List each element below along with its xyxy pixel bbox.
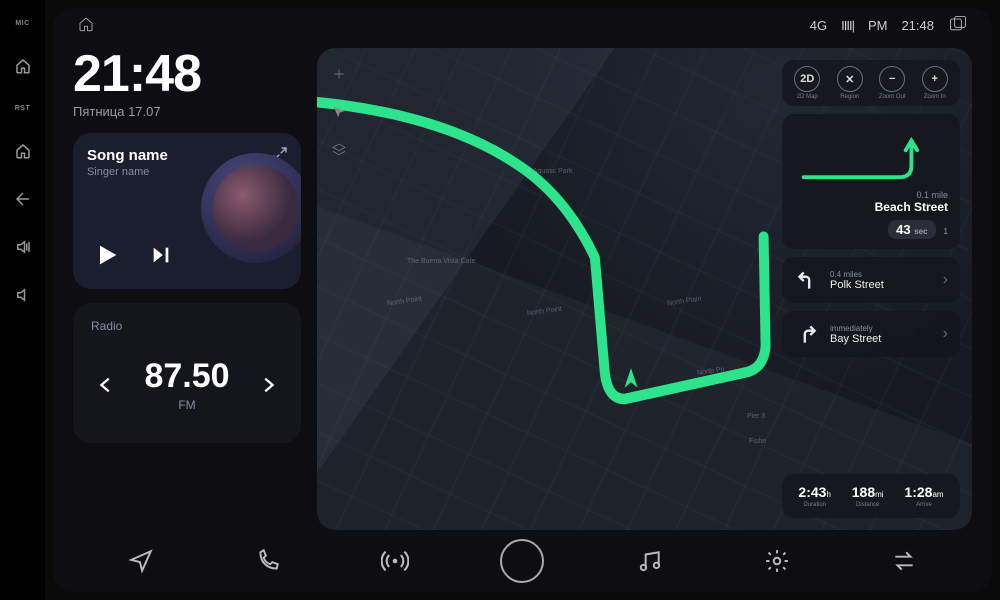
map-tool-zoom-out[interactable]: − Zoom Out [875, 66, 909, 100]
dock-broadcast-icon[interactable] [365, 539, 425, 583]
turn-path-icon [794, 128, 948, 184]
turn-step-2[interactable]: immediately Bay Street › [782, 311, 960, 357]
map-tools: 2D 2D Map ✕ Region − Zoom Out + Zoom In [782, 60, 960, 106]
hw-back-icon[interactable] [14, 190, 32, 208]
status-home-icon[interactable] [77, 15, 95, 36]
hw-vol-up-icon[interactable] [14, 238, 32, 256]
screen: 4G IIII| PM 21:48 21:48 Пятница 17.07 [53, 8, 992, 592]
clock-widget: 21:48 Пятница 17.07 [73, 48, 301, 119]
map-tool-region[interactable]: ✕ Region [833, 66, 867, 100]
radio-frequency: 87.50 FM [144, 357, 229, 412]
content: 21:48 Пятница 17.07 Song name Singer nam… [53, 42, 992, 530]
map-poi-label: Fishe [749, 438, 766, 445]
album-art [201, 153, 301, 263]
location-cursor-icon [618, 366, 642, 390]
map-cursor-icon[interactable] [327, 100, 351, 124]
chevron-right-icon: › [943, 271, 948, 289]
dock-settings-icon[interactable] [747, 539, 807, 583]
hw-vol-down-icon[interactable] [14, 286, 32, 304]
turn-distance: 0.1 mile [794, 190, 948, 200]
clock-value: 21:48 [901, 18, 934, 33]
signal-icon: IIII| [841, 18, 854, 33]
music-card[interactable]: Song name Singer name [73, 133, 301, 289]
map-tool-2d[interactable]: 2D 2D Map [790, 66, 824, 100]
chevron-right-icon: › [943, 325, 948, 343]
recents-icon[interactable] [948, 14, 968, 37]
stat-distance: 188mi Distance [852, 484, 884, 508]
turn-left-icon [794, 267, 820, 293]
radio-card[interactable]: Radio 87.50 FM [73, 303, 301, 443]
map-poi-label: Pier 3 [747, 413, 765, 420]
next-button[interactable] [141, 235, 181, 275]
map-side-tools [327, 62, 351, 162]
turn-street: Beach Street [794, 200, 948, 214]
radio-prev-button[interactable] [91, 370, 121, 400]
map-poi-label: A Aquatic Park [527, 168, 573, 175]
dock-phone-icon[interactable] [238, 539, 298, 583]
trip-stats: 2:43h Duration 188mi Distance 1:28am Arr… [782, 474, 960, 518]
network-label: 4G [810, 18, 827, 33]
hw-home-icon[interactable] [14, 57, 32, 75]
nav-panel: 2D 2D Map ✕ Region − Zoom Out + Zoom In [782, 60, 960, 518]
turn-card-primary: 0.1 mile Beach Street 43 sec 1 [782, 114, 960, 249]
radio-label: Radio [91, 319, 283, 333]
clock-date: Пятница 17.07 [73, 104, 301, 119]
turn-step-1[interactable]: 0.4 miles Polk Street › [782, 257, 960, 303]
clock-prefix: PM [868, 18, 888, 33]
mic-label: MIC [15, 20, 29, 27]
dock-swap-icon[interactable] [874, 539, 934, 583]
dock-music-icon[interactable] [620, 539, 680, 583]
dock [53, 530, 992, 592]
clock-time: 21:48 [73, 48, 301, 100]
stat-duration: 2:43h Duration [798, 484, 830, 508]
map-add-icon[interactable] [327, 62, 351, 86]
hw-home2-icon[interactable] [14, 142, 32, 160]
rst-label: RST [15, 105, 31, 112]
turn-right-icon [794, 321, 820, 347]
map-area[interactable]: A Aquatic Park The Buena Vista Cafe Nort… [317, 48, 972, 530]
radio-next-button[interactable] [253, 370, 283, 400]
dock-navigate-icon[interactable] [111, 539, 171, 583]
map-poi-label: The Buena Vista Cafe [407, 258, 475, 265]
status-bar: 4G IIII| PM 21:48 [53, 8, 992, 42]
dock-home-button[interactable] [492, 539, 552, 583]
map-layers-icon[interactable] [327, 138, 351, 162]
play-button[interactable] [87, 235, 127, 275]
stat-arrive: 1:28am Arrive [904, 484, 943, 508]
hardware-bezel: MIC RST [0, 0, 45, 600]
left-column: 21:48 Пятница 17.07 Song name Singer nam… [73, 48, 301, 530]
map-tool-zoom-in[interactable]: + Zoom In [918, 66, 952, 100]
